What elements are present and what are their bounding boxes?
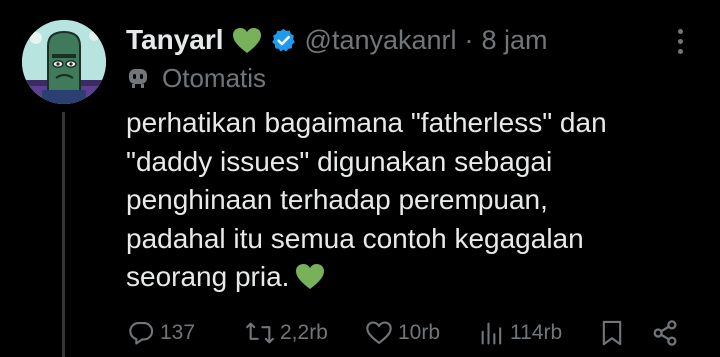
- timestamp[interactable]: 8 jam: [482, 25, 548, 56]
- bookmark-icon: [602, 320, 622, 346]
- tweet[interactable]: Tanyarl @tanyakanrl · 8 jam Otomatis per…: [0, 0, 720, 357]
- repost-icon: [246, 322, 274, 344]
- like-button[interactable]: 10rb: [364, 316, 440, 350]
- tweet-text-line: perhatikan bagaimana "fatherless" dan: [126, 107, 607, 138]
- repost-count: 2,2rb: [280, 321, 328, 344]
- tweet-header: Tanyarl @tanyakanrl · 8 jam: [126, 22, 548, 58]
- bot-icon: [129, 69, 147, 88]
- tweet-text-line: penghinaan terhadap perempuan,: [126, 184, 548, 215]
- cartoon-character-avatar-icon: [22, 20, 106, 104]
- reply-count: 137: [160, 321, 196, 344]
- tweet-text-line: padahal itu semua contoh kegagalan: [126, 222, 584, 254]
- green-heart-icon: [296, 264, 325, 289]
- tweet-text-line-last: seorang pria.: [126, 258, 701, 297]
- action-bar: 137 2,2rb 10rb 114rb: [0, 316, 720, 350]
- share-icon: [653, 320, 677, 346]
- reply-button[interactable]: 137: [126, 316, 195, 350]
- verified-badge-icon[interactable]: [270, 27, 297, 54]
- green-heart-icon: [232, 27, 262, 54]
- automated-label: Otomatis: [126, 62, 266, 94]
- tweet-text-line: seorang pria.: [126, 261, 290, 292]
- separator-dot: ·: [464, 24, 474, 55]
- like-count: 10rb: [398, 321, 441, 344]
- display-name[interactable]: Tanyarl: [126, 24, 224, 56]
- user-handle[interactable]: @tanyakanrl: [305, 25, 457, 56]
- views-count: 114rb: [510, 321, 563, 344]
- views-button[interactable]: 114rb: [478, 316, 562, 350]
- heart-outline-icon: [366, 321, 392, 344]
- automated-text: Otomatis: [162, 62, 267, 93]
- tweet-text-line: "daddy issues" digunakan sebagai: [126, 145, 553, 177]
- repost-button[interactable]: 2,2rb: [244, 316, 328, 350]
- reply-icon: [129, 322, 154, 345]
- avatar[interactable]: [22, 20, 106, 104]
- bookmark-button[interactable]: [598, 316, 626, 350]
- share-button[interactable]: [650, 316, 680, 350]
- views-bar-chart-icon: [481, 322, 502, 345]
- more-options-icon[interactable]: [668, 24, 692, 58]
- tweet-text: perhatikan bagaimana "fatherless" dan "d…: [126, 104, 701, 297]
